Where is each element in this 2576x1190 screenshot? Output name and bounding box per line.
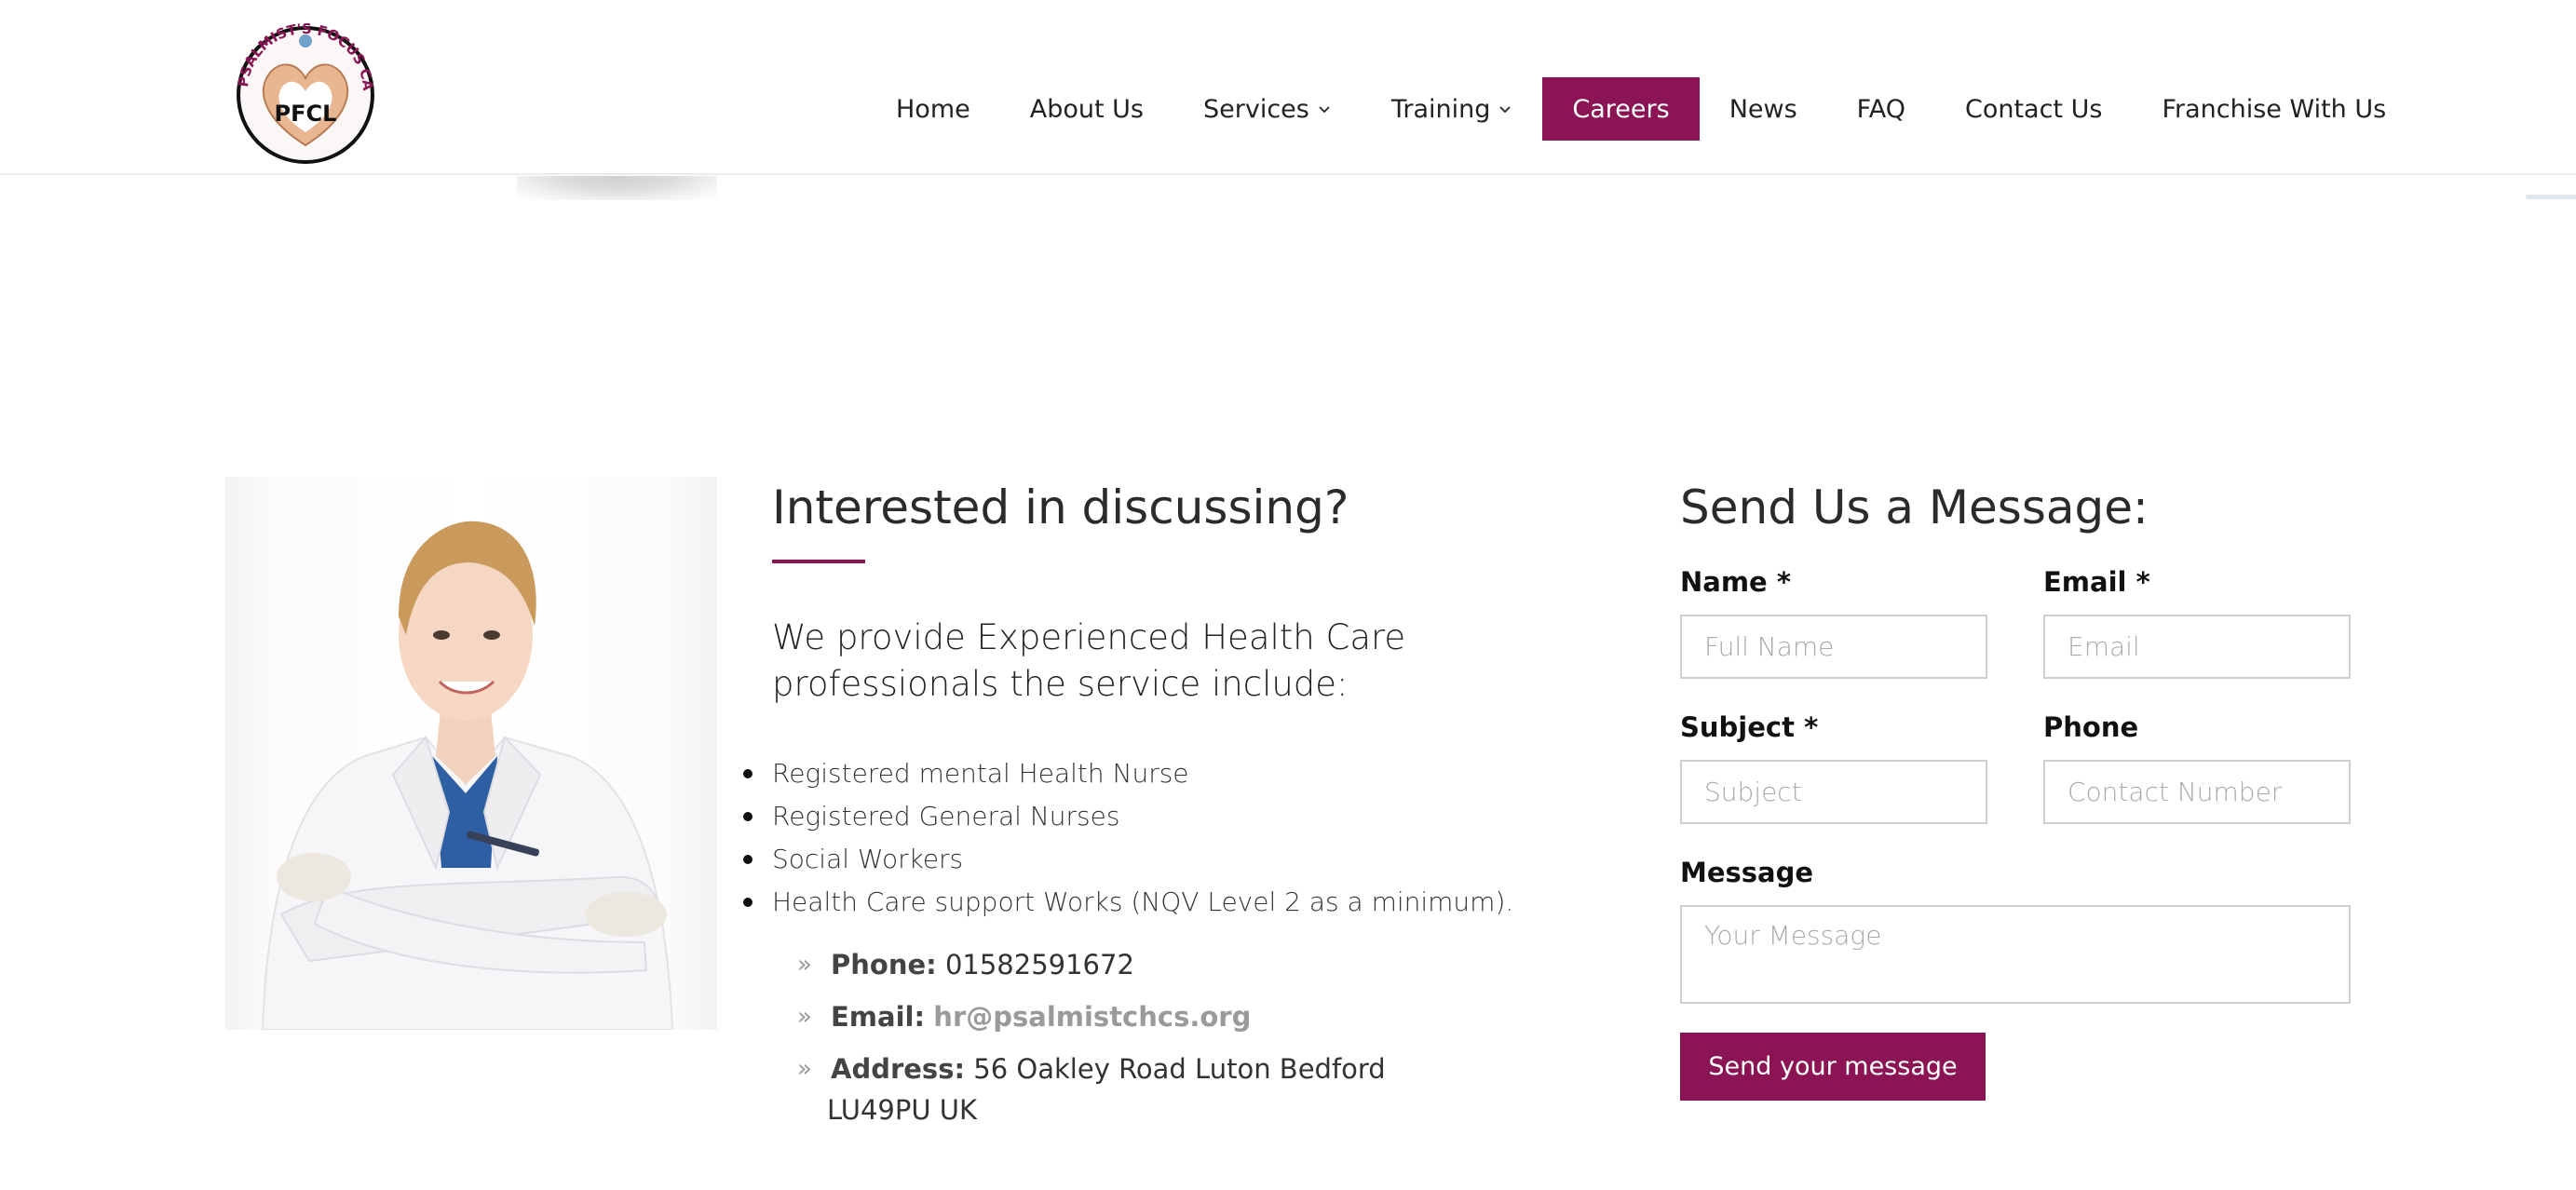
hero-image-edge — [517, 176, 717, 200]
nav-franchise-with-us[interactable]: Franchise With Us — [2132, 77, 2416, 141]
nav-services-label: Services — [1202, 94, 1309, 124]
name-field[interactable] — [1680, 615, 1987, 679]
nav-careers[interactable]: Careers — [1542, 77, 1700, 141]
contact-phone: » Phone: 01582591672 — [797, 944, 1386, 985]
nav-franchise-with-us-label: Franchise With Us — [2162, 94, 2387, 124]
info-title: Interested in discussing? — [772, 480, 1349, 534]
name-label: Name * — [1680, 566, 1791, 598]
subject-label-text: Subject — [1680, 711, 1795, 743]
nav-services[interactable]: Services — [1173, 77, 1362, 141]
nav-training-label: Training — [1390, 94, 1491, 124]
title-underline — [772, 560, 865, 563]
email-label: Email * — [2043, 566, 2150, 598]
phone-label: Phone — [2043, 711, 2138, 743]
double-chevron-right-icon: » — [797, 1055, 812, 1083]
nav-faq[interactable]: FAQ — [1827, 77, 1935, 141]
services-list: Registered mental Health Nurse Registere… — [742, 752, 1513, 924]
nav-about-us[interactable]: About Us — [1000, 77, 1173, 141]
nurse-illustration — [261, 521, 674, 1030]
subject-field[interactable] — [1680, 760, 1987, 824]
message-label-text: Message — [1680, 857, 1814, 888]
nav-careers-label: Careers — [1572, 94, 1670, 124]
address-line-1: 56 Oakley Road Luton Bedford — [973, 1053, 1386, 1085]
nav-home[interactable]: Home — [866, 77, 1000, 141]
nav-contact-us-label: Contact Us — [1964, 94, 2103, 124]
chevron-down-icon — [1319, 106, 1330, 114]
nav-home-label: Home — [896, 94, 970, 124]
double-chevron-right-icon: » — [797, 951, 812, 979]
form-title: Send Us a Message: — [1680, 480, 2149, 534]
phone-value: 01582591672 — [944, 949, 1134, 980]
nav-about-us-label: About Us — [1029, 94, 1144, 124]
email-link[interactable]: hr@psalmistchcs.org — [933, 1001, 1251, 1033]
email-label: Email: — [831, 1001, 926, 1033]
subject-label: Subject * — [1680, 711, 1818, 743]
nav-news-label: News — [1729, 94, 1797, 124]
required-mark: * — [2135, 566, 2150, 598]
contact-details: » Phone: 01582591672 » Email: hr@psalmis… — [797, 944, 1386, 1142]
nav-faq-label: FAQ — [1856, 94, 1905, 124]
chevron-down-icon — [1499, 106, 1512, 114]
nav-contact-us[interactable]: Contact Us — [1935, 77, 2132, 141]
required-mark: * — [1776, 566, 1792, 598]
message-label: Message — [1680, 857, 1813, 888]
info-lead: We provide Experienced Health Care profe… — [772, 617, 1406, 704]
hero-image-edge-right — [2526, 195, 2576, 199]
phone-label: Phone: — [831, 949, 937, 980]
contact-address: » Address: 56 Oakley Road Luton Bedford … — [797, 1048, 1386, 1130]
double-chevron-right-icon: » — [797, 1003, 812, 1031]
phone-label-text: Phone — [2043, 711, 2139, 743]
required-mark: * — [1804, 711, 1819, 743]
list-item: Registered General Nurses — [742, 795, 1513, 838]
nav-training[interactable]: Training — [1362, 77, 1543, 141]
address-line-2: LU49PU UK — [827, 1094, 978, 1126]
send-message-button[interactable]: Send your message — [1680, 1033, 1986, 1101]
address-label: Address: — [831, 1053, 966, 1085]
logo-center-text: PFCL — [275, 101, 337, 127]
name-label-text: Name — [1680, 566, 1768, 598]
message-field[interactable] — [1680, 905, 2351, 1004]
list-item: Social Workers — [742, 838, 1513, 881]
phone-field[interactable] — [2043, 760, 2351, 824]
nav-news[interactable]: News — [1700, 77, 1827, 141]
nurse-photo — [225, 477, 717, 1030]
site-header: PSALMIST'S FOCUS CARE LTD PFCL Home Abou… — [0, 0, 2576, 175]
list-item: Registered mental Health Nurse — [742, 752, 1513, 795]
site-logo[interactable]: PSALMIST'S FOCUS CARE LTD PFCL — [227, 6, 384, 166]
contact-email: » Email: hr@psalmistchcs.org — [797, 996, 1386, 1037]
main-nav: Home About Us Services Training Careers … — [866, 77, 2416, 141]
list-item: Health Care support Works (NQV Level 2 a… — [742, 881, 1513, 924]
email-field[interactable] — [2043, 615, 2351, 679]
email-label-text: Email — [2043, 566, 2127, 598]
